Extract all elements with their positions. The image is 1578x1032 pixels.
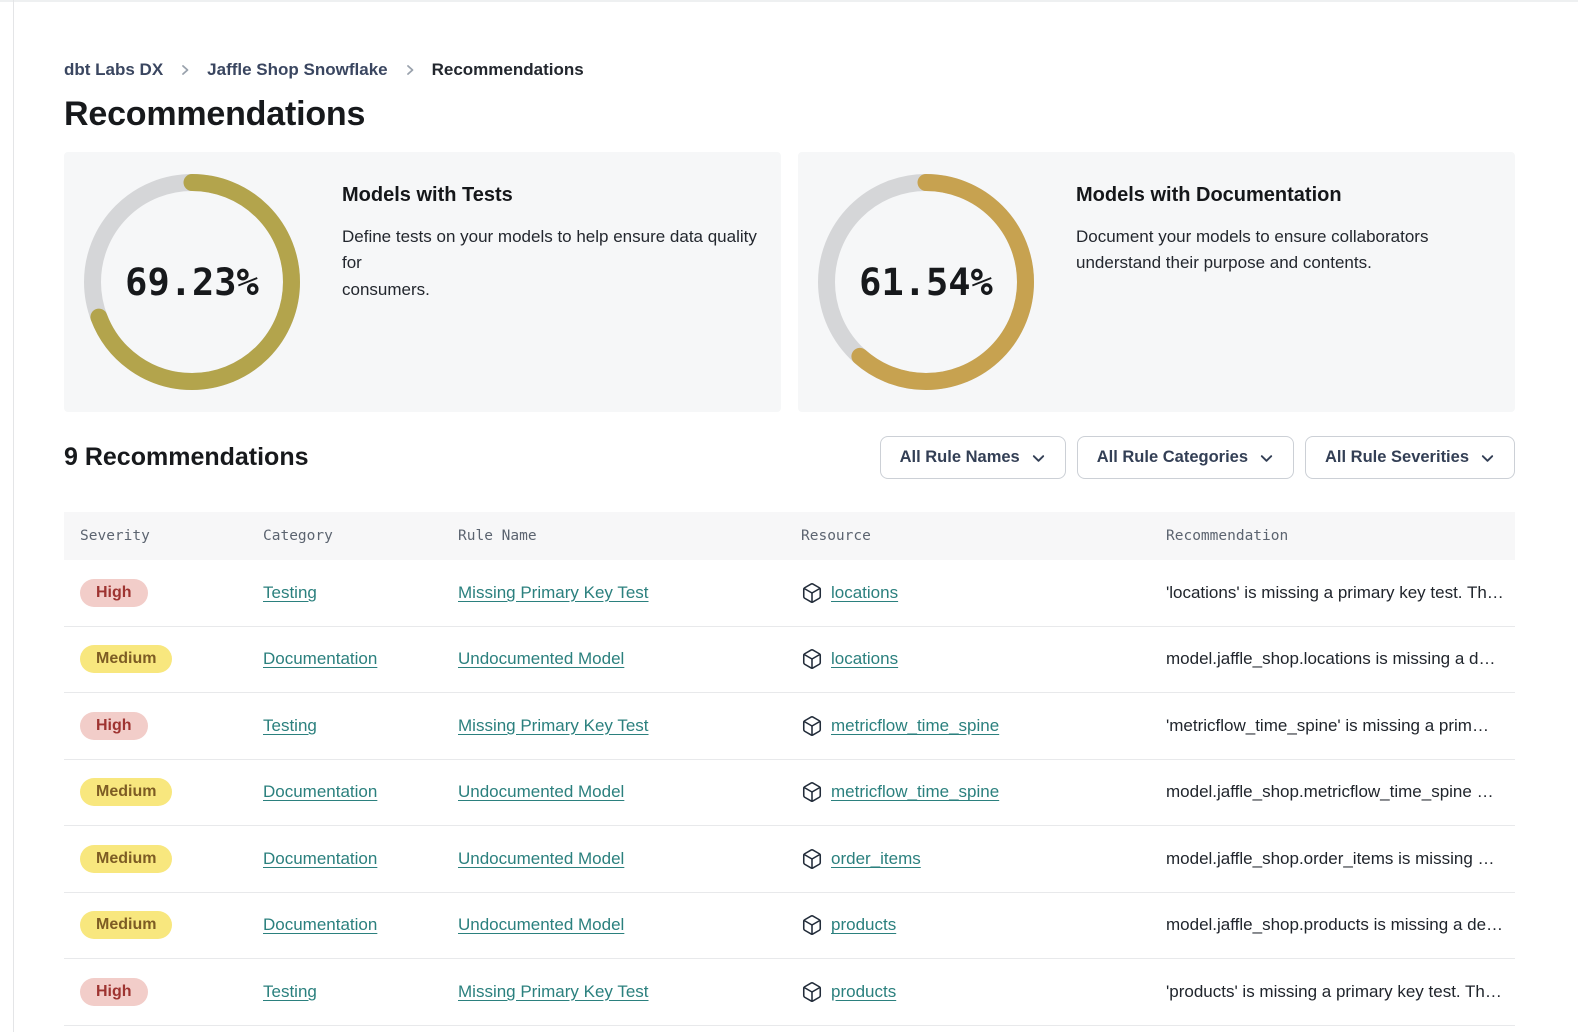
tests-coverage-donut: 69.23% bbox=[84, 174, 300, 390]
chevron-down-icon bbox=[1031, 451, 1046, 466]
severity-badge: Medium bbox=[80, 845, 172, 873]
resource-link[interactable]: locations bbox=[831, 583, 898, 603]
breadcrumb-current: Recommendations bbox=[432, 60, 584, 80]
resource-link[interactable]: order_items bbox=[831, 849, 921, 869]
rule-names-filter-dropdown[interactable]: All Rule Names bbox=[880, 436, 1066, 479]
page-title: Recommendations bbox=[64, 95, 1515, 134]
table-row: Medium Documentation Undocumented Model … bbox=[64, 893, 1515, 960]
table-row: Medium Documentation Undocumented Model … bbox=[64, 826, 1515, 893]
model-cube-icon bbox=[801, 848, 823, 870]
chevron-down-icon bbox=[1480, 451, 1495, 466]
resource-link[interactable]: metricflow_time_spine bbox=[831, 716, 999, 736]
filter-label: All Rule Categories bbox=[1097, 448, 1248, 467]
card-title: Models with Documentation bbox=[1076, 184, 1428, 207]
table-header-row: Severity Category Rule Name Resource Rec… bbox=[64, 512, 1515, 560]
rule-name-link[interactable]: Undocumented Model bbox=[458, 782, 624, 801]
documentation-coverage-percent: 61.54% bbox=[818, 174, 1034, 390]
resource-link[interactable]: locations bbox=[831, 649, 898, 669]
coverage-cards: 69.23% Models with Tests Define tests on… bbox=[64, 152, 1515, 412]
model-cube-icon bbox=[801, 981, 823, 1003]
severity-badge: Medium bbox=[80, 645, 172, 673]
recommendation-text: 'metricflow_time_spine' is missing a pri… bbox=[1150, 716, 1515, 736]
category-link[interactable]: Documentation bbox=[263, 915, 377, 934]
column-header-rule-name: Rule Name bbox=[442, 528, 785, 544]
severity-badge: High bbox=[80, 712, 148, 740]
breadcrumb: dbt Labs DX Jaffle Shop Snowflake Recomm… bbox=[64, 60, 1515, 80]
documentation-coverage-donut: 61.54% bbox=[818, 174, 1034, 390]
table-body: High Testing Missing Primary Key Test lo… bbox=[64, 560, 1515, 1026]
category-link[interactable]: Testing bbox=[263, 982, 317, 1001]
card-title: Models with Tests bbox=[342, 184, 761, 207]
model-cube-icon bbox=[801, 781, 823, 803]
card-description: Define tests on your models to help ensu… bbox=[342, 224, 761, 303]
recommendation-text: model.jaffle_shop.order_items is missing… bbox=[1150, 849, 1515, 869]
column-header-severity: Severity bbox=[64, 528, 247, 544]
recommendation-text: model.jaffle_shop.products is missing a … bbox=[1150, 915, 1515, 935]
rule-name-link[interactable]: Missing Primary Key Test bbox=[458, 583, 649, 602]
model-cube-icon bbox=[801, 715, 823, 737]
breadcrumb-account-link[interactable]: dbt Labs DX bbox=[64, 60, 163, 80]
recommendation-text: model.jaffle_shop.locations is missing a… bbox=[1150, 649, 1515, 669]
rule-name-link[interactable]: Missing Primary Key Test bbox=[458, 716, 649, 735]
table-row: High Testing Missing Primary Key Test lo… bbox=[64, 560, 1515, 627]
severity-badge: High bbox=[80, 978, 148, 1006]
sidebar-edge-divider bbox=[13, 0, 14, 1032]
model-cube-icon bbox=[801, 582, 823, 604]
rule-name-link[interactable]: Undocumented Model bbox=[458, 649, 624, 668]
table-row: Medium Documentation Undocumented Model … bbox=[64, 760, 1515, 827]
category-link[interactable]: Documentation bbox=[263, 849, 377, 868]
recommendations-table: Severity Category Rule Name Resource Rec… bbox=[64, 512, 1515, 1032]
resource-link[interactable]: metricflow_time_spine bbox=[831, 782, 999, 802]
table-row: High Testing Missing Primary Key Test me… bbox=[64, 693, 1515, 760]
model-cube-icon bbox=[801, 914, 823, 936]
category-link[interactable]: Testing bbox=[263, 716, 317, 735]
rule-name-link[interactable]: Undocumented Model bbox=[458, 849, 624, 868]
rule-name-link[interactable]: Missing Primary Key Test bbox=[458, 982, 649, 1001]
column-header-category: Category bbox=[247, 528, 442, 544]
models-with-documentation-card: 61.54% Models with Documentation Documen… bbox=[798, 152, 1515, 412]
resource-link[interactable]: products bbox=[831, 982, 896, 1002]
filter-label: All Rule Names bbox=[900, 448, 1020, 467]
models-with-tests-card: 69.23% Models with Tests Define tests on… bbox=[64, 152, 781, 412]
chevron-down-icon bbox=[1259, 451, 1274, 466]
card-description: Document your models to ensure collabora… bbox=[1076, 224, 1428, 277]
severity-badge: High bbox=[80, 579, 148, 607]
recommendation-text: 'locations' is missing a primary key tes… bbox=[1150, 583, 1515, 603]
table-row: High Testing Missing Primary Key Test pr… bbox=[64, 959, 1515, 1026]
recommendations-page: dbt Labs DX Jaffle Shop Snowflake Recomm… bbox=[0, 0, 1578, 1032]
model-cube-icon bbox=[801, 648, 823, 670]
category-link[interactable]: Testing bbox=[263, 583, 317, 602]
resource-link[interactable]: products bbox=[831, 915, 896, 935]
recommendations-count: 9 Recommendations bbox=[64, 443, 309, 472]
filter-label: All Rule Severities bbox=[1325, 448, 1469, 467]
column-header-resource: Resource bbox=[785, 528, 1150, 544]
rule-name-link[interactable]: Undocumented Model bbox=[458, 915, 624, 934]
severity-badge: Medium bbox=[80, 778, 172, 806]
severity-badge: Medium bbox=[80, 911, 172, 939]
breadcrumb-project-link[interactable]: Jaffle Shop Snowflake bbox=[207, 60, 387, 80]
chevron-right-icon bbox=[178, 63, 192, 77]
tests-coverage-percent: 69.23% bbox=[84, 174, 300, 390]
list-header: 9 Recommendations All Rule Names All Rul… bbox=[64, 436, 1515, 479]
table-row: Medium Documentation Undocumented Model … bbox=[64, 627, 1515, 694]
column-header-recommendation: Recommendation bbox=[1150, 528, 1515, 544]
category-link[interactable]: Documentation bbox=[263, 782, 377, 801]
recommendation-text: 'products' is missing a primary key test… bbox=[1150, 982, 1515, 1002]
chevron-right-icon bbox=[403, 63, 417, 77]
filter-bar: All Rule Names All Rule Categories All R… bbox=[880, 436, 1515, 479]
recommendation-text: model.jaffle_shop.metricflow_time_spine … bbox=[1150, 782, 1515, 802]
category-link[interactable]: Documentation bbox=[263, 649, 377, 668]
rule-severities-filter-dropdown[interactable]: All Rule Severities bbox=[1305, 436, 1515, 479]
rule-categories-filter-dropdown[interactable]: All Rule Categories bbox=[1077, 436, 1294, 479]
